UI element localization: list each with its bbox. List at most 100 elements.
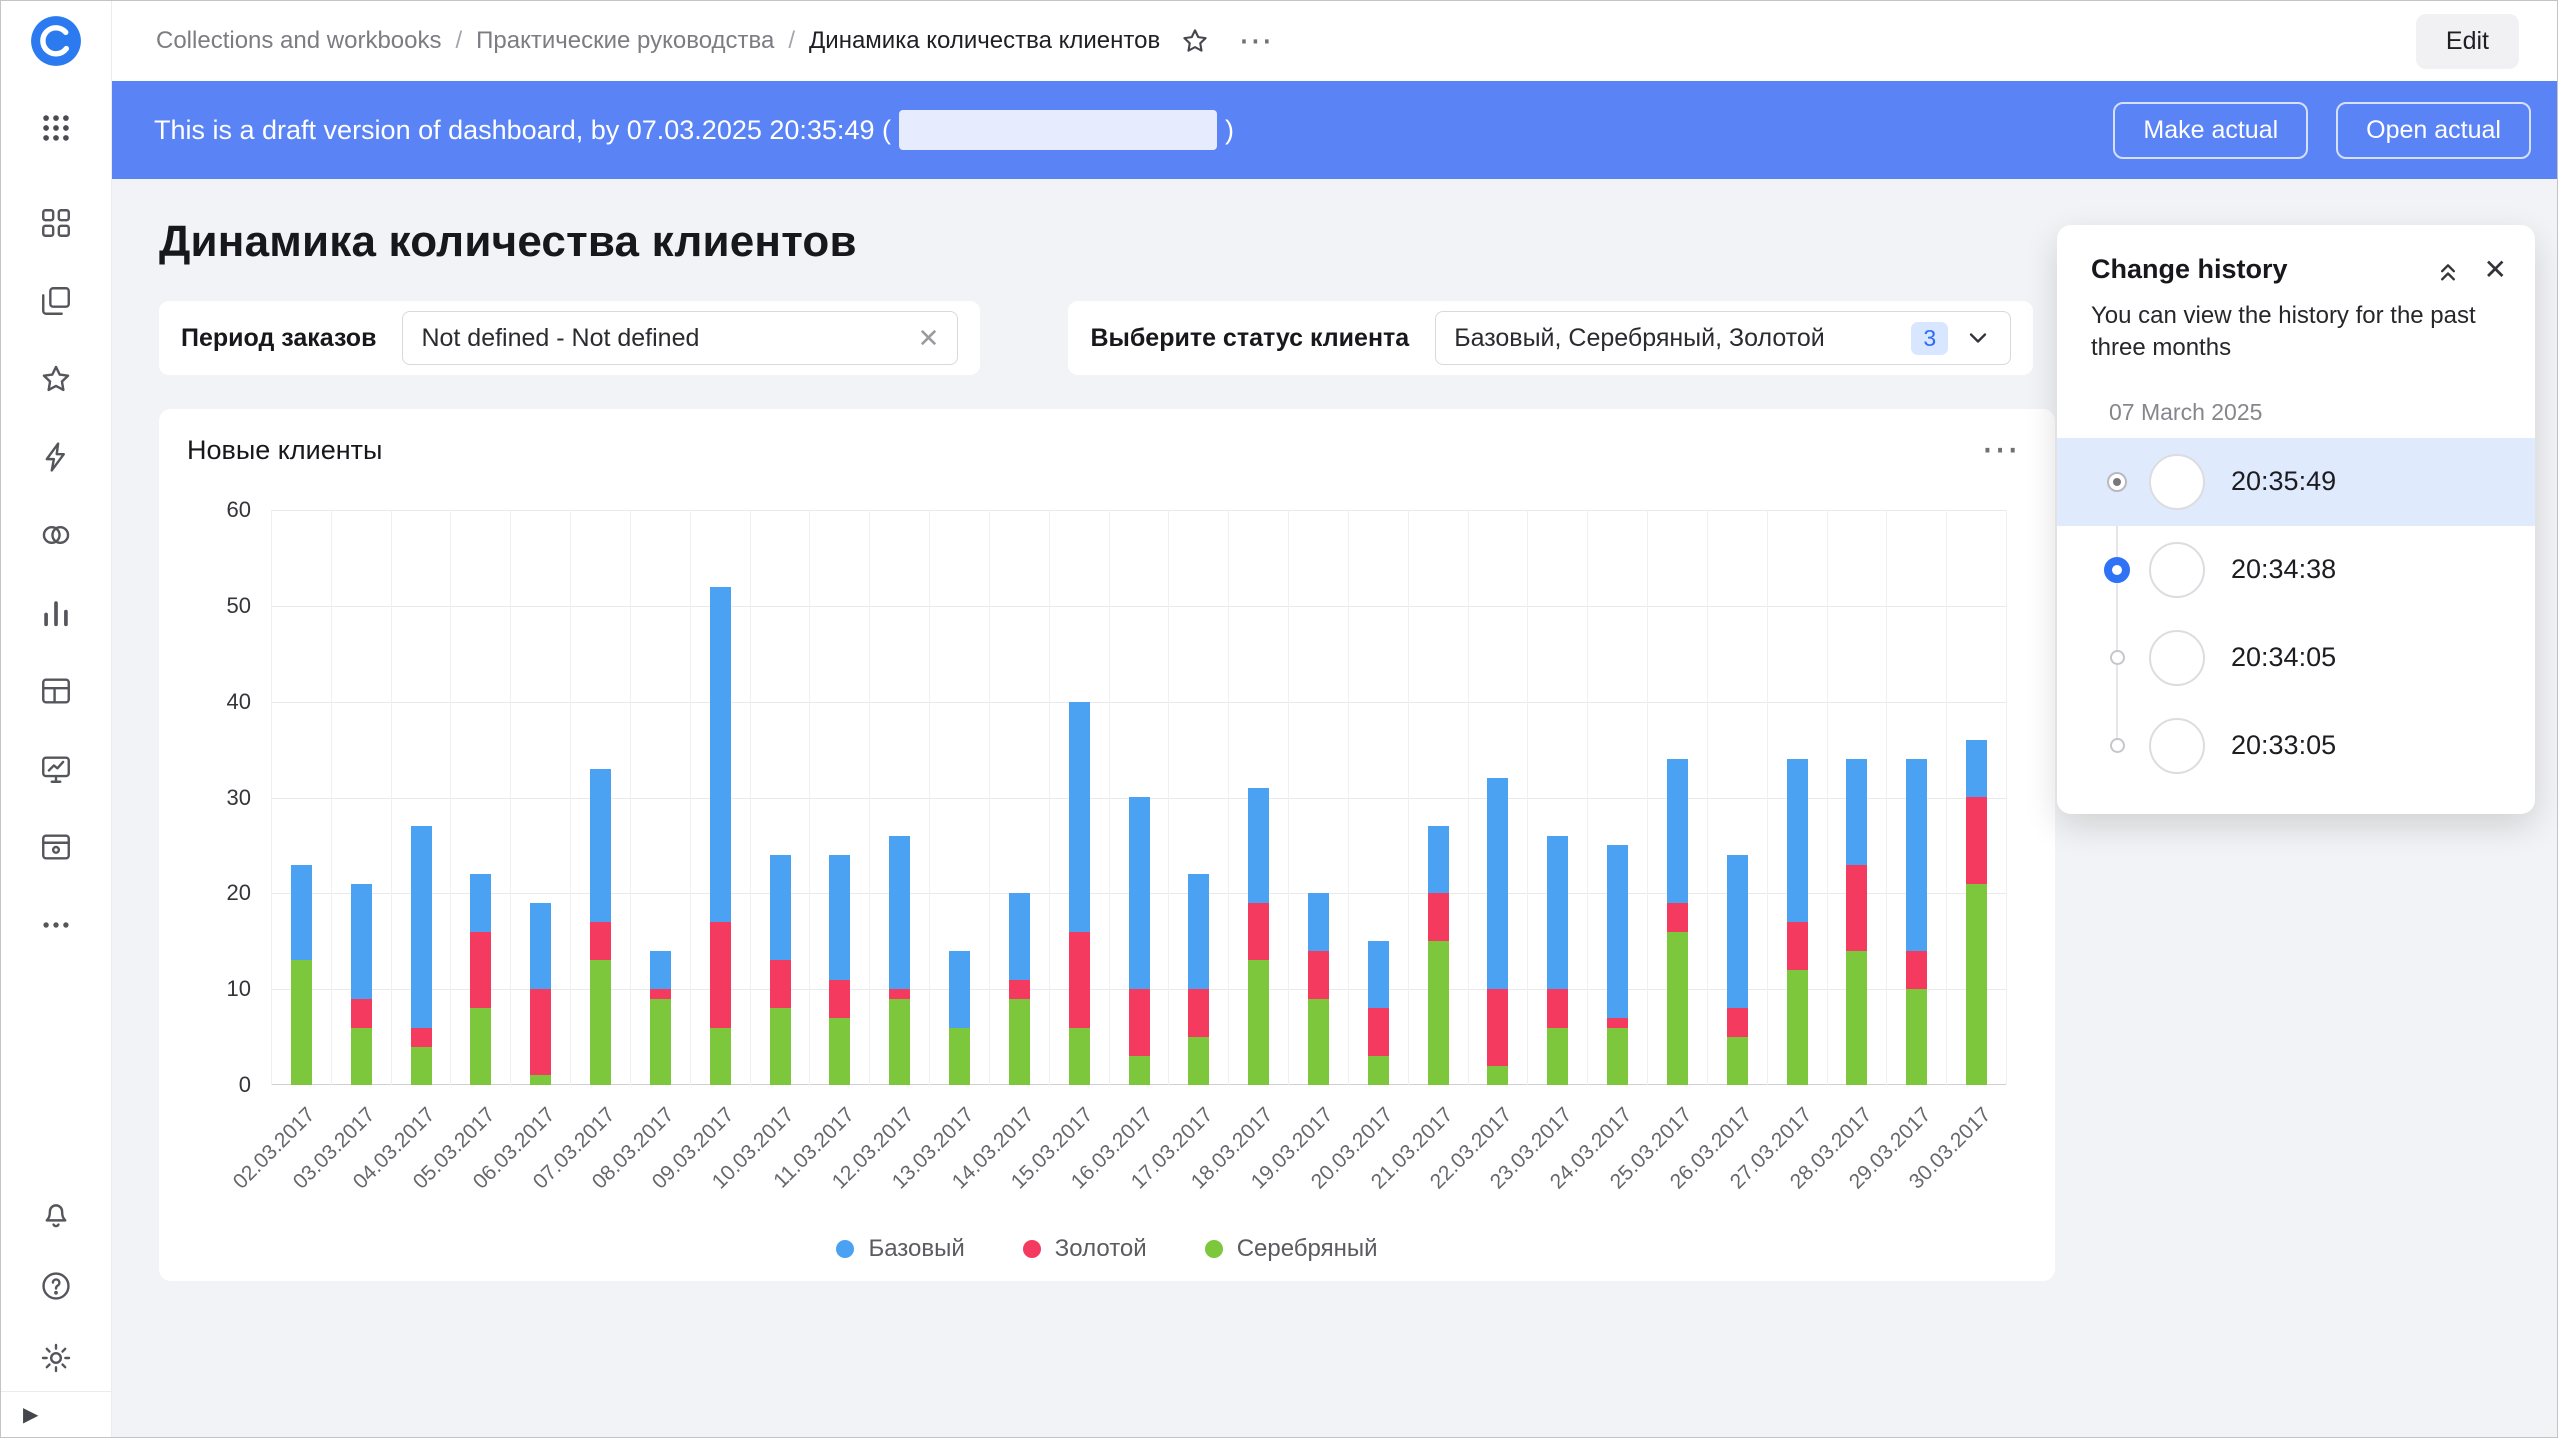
status-filter-select[interactable]: Базовый, Серебряный, Золотой 3 (1435, 311, 2011, 365)
bar-segment-Золотой (829, 980, 850, 1018)
bar-segment-Серебряный (1368, 1056, 1389, 1085)
category-cell (510, 510, 570, 1085)
stacked-bar[interactable] (291, 865, 312, 1085)
history-list: 20:35:4920:34:38 20:34:05 20:33:05 (2057, 438, 2535, 790)
category-cell (1527, 510, 1587, 1085)
stacked-bar[interactable] (1727, 855, 1748, 1085)
workbooks-icon[interactable] (39, 284, 73, 318)
help-icon[interactable] (39, 1269, 73, 1303)
history-item[interactable]: 20:34:05 (2057, 614, 2535, 702)
notifications-bell-icon[interactable] (39, 1197, 73, 1231)
favorite-star-icon[interactable] (1180, 26, 1210, 56)
bar-segment-Серебряный (590, 960, 611, 1085)
apps-grid-icon[interactable] (39, 111, 73, 150)
collapse-icon[interactable] (2434, 256, 2462, 284)
stacked-bar[interactable] (710, 587, 731, 1085)
history-time: 20:34:05 (2231, 642, 2336, 673)
category-cell (1647, 510, 1707, 1085)
history-time: 20:33:05 (2231, 730, 2336, 761)
category-cell (630, 510, 690, 1085)
breadcrumb-item[interactable]: Collections and workbooks (156, 27, 441, 55)
sidebar-expand-button[interactable]: ▶ (23, 1402, 38, 1427)
legend-item[interactable]: Серебряный (1205, 1235, 1378, 1263)
settings-gear-icon[interactable] (39, 1341, 73, 1375)
stacked-bar[interactable] (1248, 788, 1269, 1085)
clear-icon[interactable]: ✕ (918, 323, 940, 354)
history-item[interactable]: 20:33:05 (2057, 702, 2535, 790)
breadcrumb-menu-icon[interactable]: ⋯ (1238, 33, 1272, 50)
history-item[interactable]: 20:34:38 (2057, 526, 2535, 614)
connections-bolt-icon[interactable] (39, 440, 73, 474)
more-ellipsis-icon[interactable] (39, 908, 73, 942)
category-cell (1468, 510, 1528, 1085)
bar-segment-Базовый (590, 769, 611, 922)
stacked-bar[interactable] (590, 769, 611, 1085)
open-actual-button[interactable]: Open actual (2336, 102, 2531, 159)
stacked-bar[interactable] (829, 855, 850, 1085)
breadcrumb: Collections and workbooks/Практические р… (156, 27, 1160, 55)
charts-icon[interactable] (39, 596, 73, 630)
category-cell (450, 510, 510, 1085)
chart-card: Новые клиенты ⋯ 0102030405060 02.03.2017… (159, 409, 2055, 1281)
stacked-bar[interactable] (1368, 941, 1389, 1085)
dashboards-monitor-icon[interactable] (39, 752, 73, 786)
stacked-bar[interactable] (650, 951, 671, 1085)
history-radio[interactable] (2104, 557, 2130, 583)
stacked-bar[interactable] (1487, 778, 1508, 1085)
history-radio[interactable] (2110, 650, 2125, 665)
category-cell (1228, 510, 1288, 1085)
category-cell (1767, 510, 1827, 1085)
stacked-bar[interactable] (1966, 740, 1987, 1085)
stacked-bar[interactable] (1667, 759, 1688, 1085)
stacked-bar[interactable] (1846, 759, 1867, 1085)
stacked-bar[interactable] (949, 951, 970, 1085)
history-radio[interactable] (2107, 472, 2127, 492)
y-axis-label: 30 (191, 785, 251, 811)
favorites-star-icon[interactable] (39, 362, 73, 396)
bar-segment-Серебряный (470, 1008, 491, 1085)
stacked-bar[interactable] (889, 836, 910, 1085)
datalens-logo[interactable] (30, 15, 82, 67)
table-icon[interactable] (39, 674, 73, 708)
legend-item[interactable]: Золотой (1023, 1235, 1147, 1263)
stacked-bar[interactable] (1308, 893, 1329, 1085)
stacked-bar[interactable] (530, 903, 551, 1085)
bar-segment-Серебряный (829, 1018, 850, 1085)
category-cell (1707, 510, 1767, 1085)
breadcrumb-item[interactable]: Практические руководства (476, 27, 774, 55)
category-cell (271, 510, 331, 1085)
bar-segment-Серебряный (710, 1028, 731, 1086)
bar-segment-Базовый (1248, 788, 1269, 903)
stacked-bar[interactable] (1906, 759, 1927, 1085)
stacked-bar[interactable] (1188, 874, 1209, 1085)
history-item[interactable]: 20:35:49 (2057, 438, 2535, 526)
stacked-bar[interactable] (351, 884, 372, 1085)
category-cell (1288, 510, 1348, 1085)
close-icon[interactable]: ✕ (2484, 253, 2507, 286)
history-radio[interactable] (2110, 738, 2125, 753)
stacked-bar[interactable] (770, 855, 791, 1085)
stacked-bar[interactable] (411, 826, 432, 1085)
stacked-bar[interactable] (1069, 702, 1090, 1085)
bar-segment-Базовый (1846, 759, 1867, 864)
edit-button[interactable]: Edit (2416, 14, 2519, 69)
bar-segment-Золотой (590, 922, 611, 960)
period-filter-input[interactable]: Not defined - Not defined ✕ (402, 311, 958, 365)
stacked-bar[interactable] (1547, 836, 1568, 1085)
stacked-bar[interactable] (1787, 759, 1808, 1085)
datasets-venn-icon[interactable] (39, 518, 73, 552)
stacked-bar[interactable] (1129, 797, 1150, 1085)
bar-segment-Серебряный (1727, 1037, 1748, 1085)
category-cell (750, 510, 810, 1085)
stacked-bar[interactable] (1607, 845, 1628, 1085)
collections-grid-icon[interactable] (39, 206, 73, 240)
legend-item[interactable]: Базовый (836, 1235, 964, 1263)
storage-box-icon[interactable] (39, 830, 73, 864)
bar-segment-Базовый (411, 826, 432, 1027)
stacked-bar[interactable] (470, 874, 491, 1085)
stacked-bar[interactable] (1009, 893, 1030, 1085)
stacked-bar[interactable] (1428, 826, 1449, 1085)
make-actual-button[interactable]: Make actual (2113, 102, 2308, 159)
chart-menu-icon[interactable]: ⋯ (1981, 443, 2027, 458)
history-header: Change history ✕ (2057, 225, 2535, 286)
